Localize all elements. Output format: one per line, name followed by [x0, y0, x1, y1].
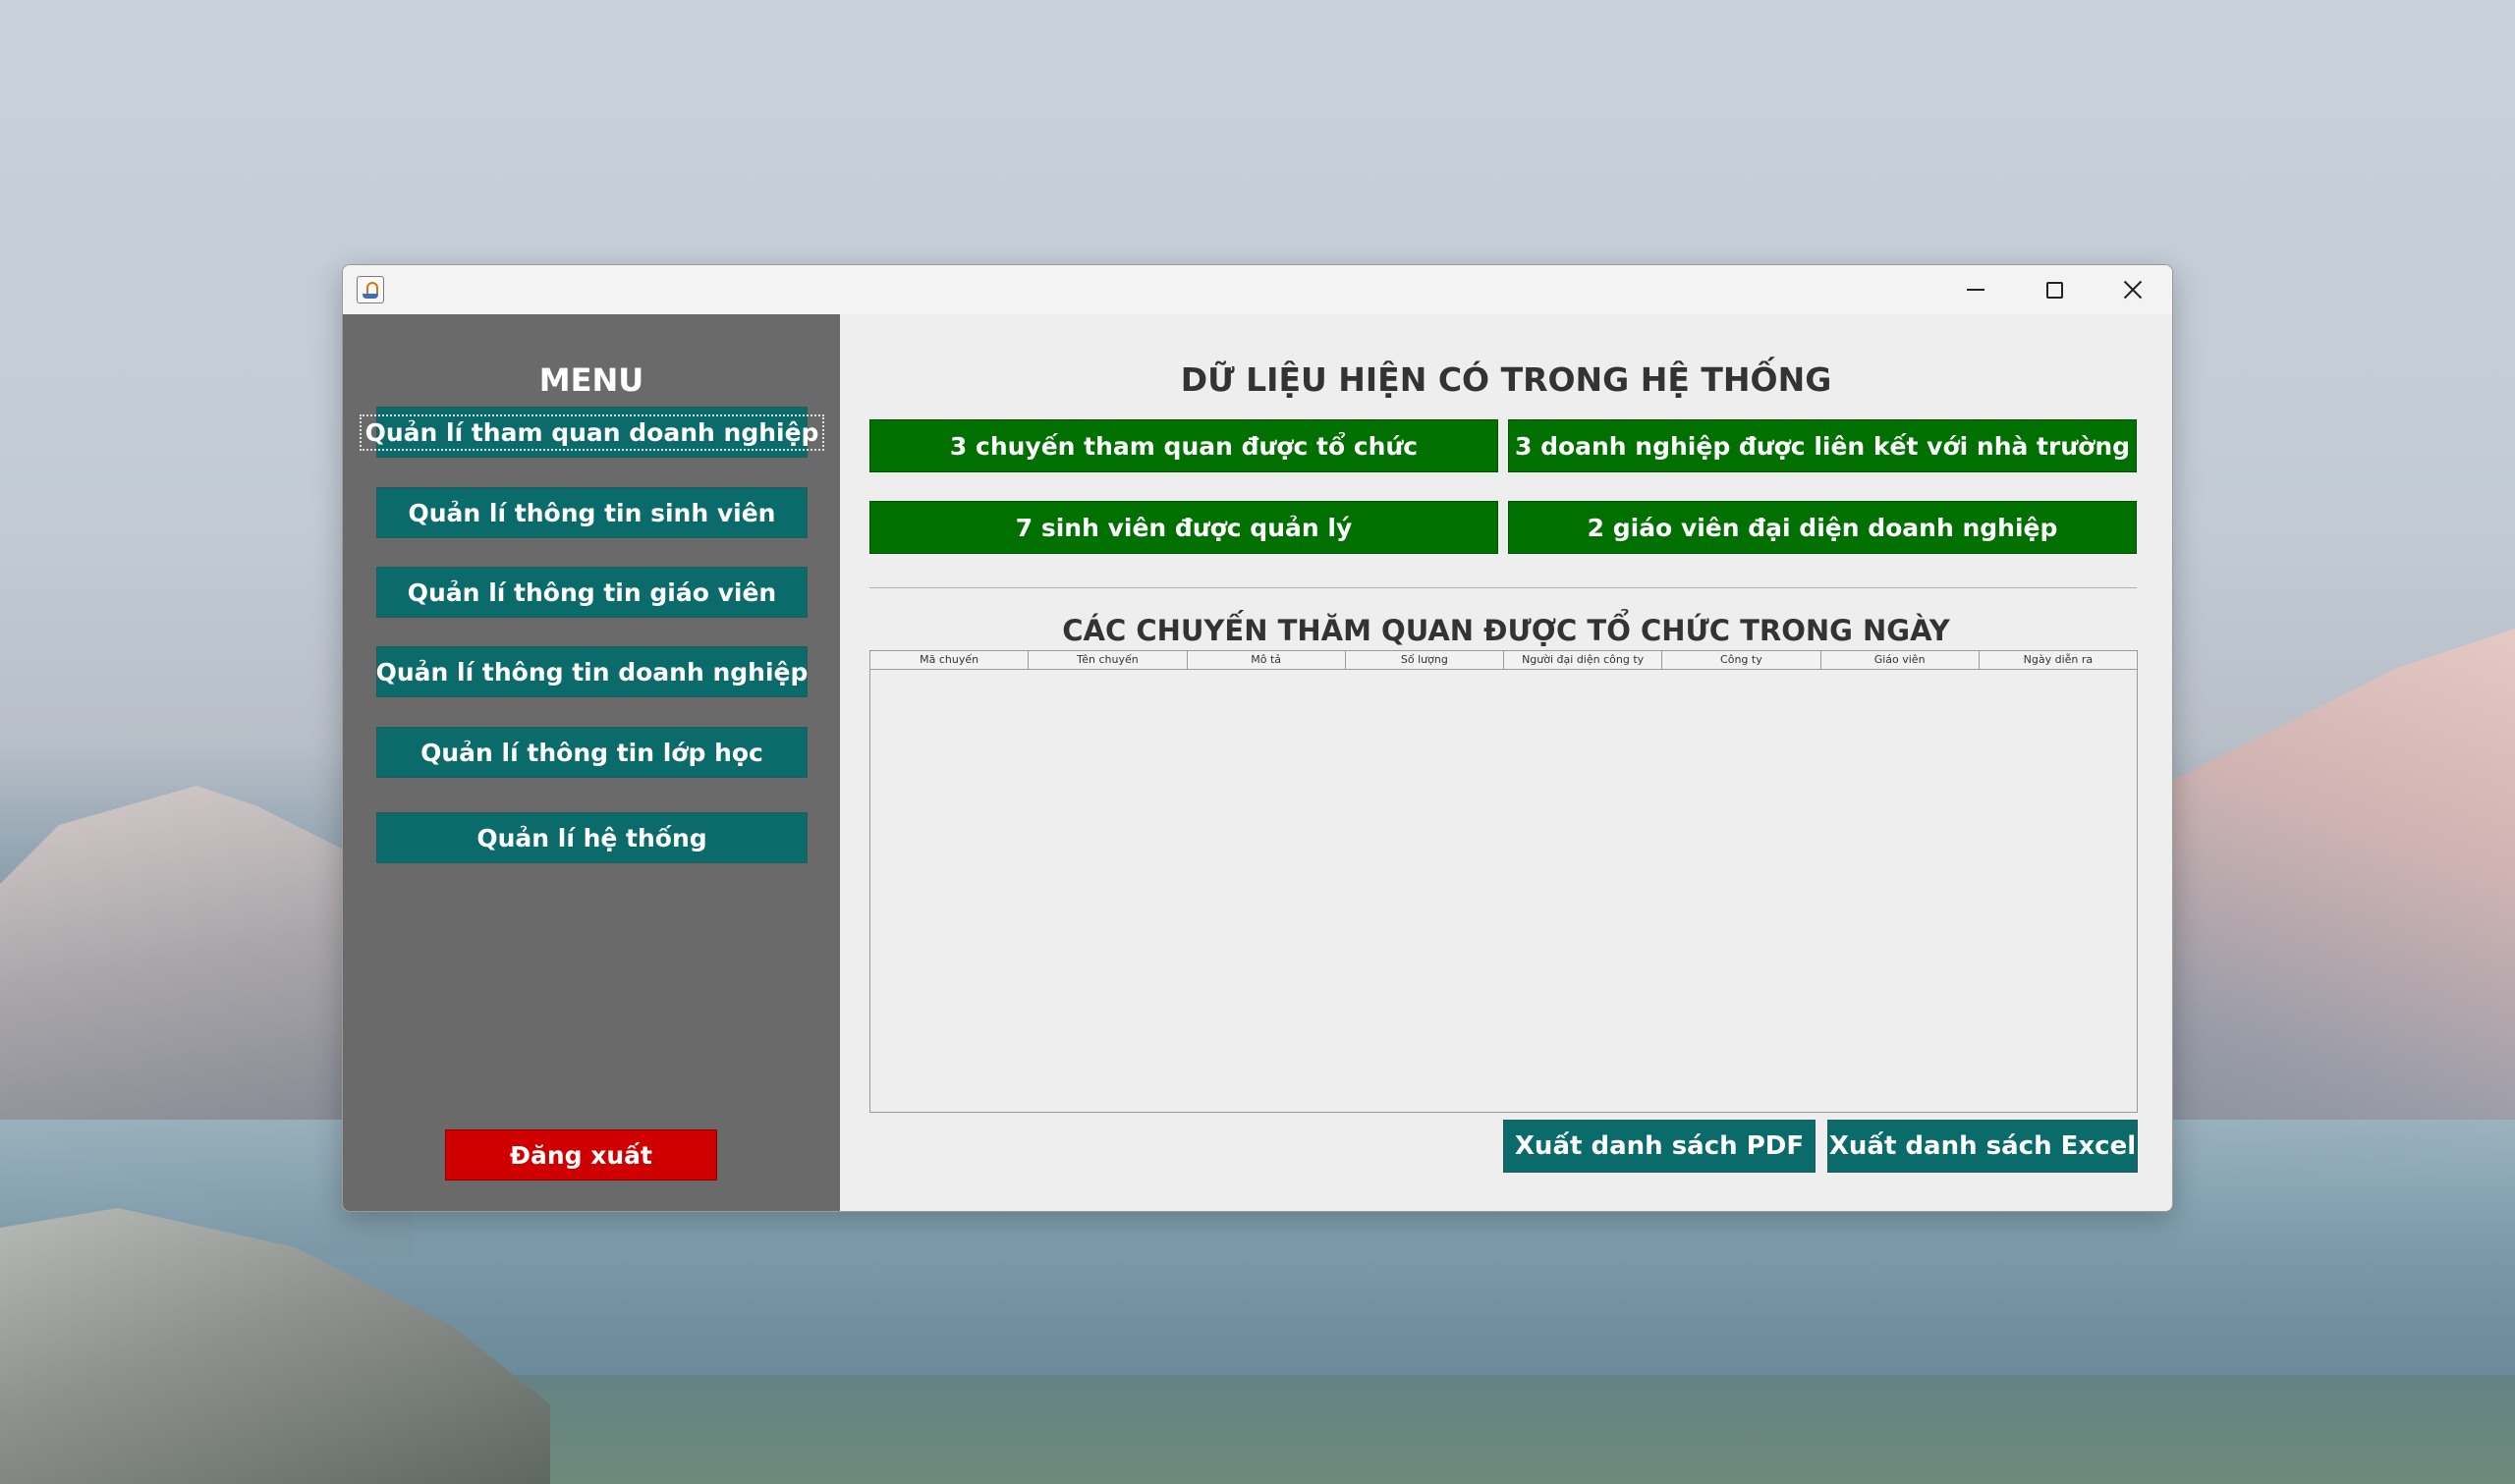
stat-teachers-button[interactable]: 2 giáo viên đại diện doanh nghiệp: [1508, 501, 2137, 554]
column-header[interactable]: Người đại diện công ty: [1504, 651, 1663, 669]
maximize-icon: [2045, 281, 2063, 299]
sidebar-item-tour-management[interactable]: Quản lí tham quan doanh nghiệp: [359, 407, 825, 458]
column-header[interactable]: Số lượng: [1346, 651, 1504, 669]
sidebar-item-enterprise-management[interactable]: Quản lí thông tin doanh nghiệp: [376, 646, 808, 697]
sidebar-item-label: Quản lí thông tin doanh nghiệp: [375, 657, 809, 687]
tours-table[interactable]: Mã chuyến Tên chuyến Mô tả Số lượng Ngườ…: [869, 650, 2138, 1113]
column-header[interactable]: Công ty: [1662, 651, 1821, 669]
column-header[interactable]: Mã chuyến: [870, 651, 1030, 669]
minimize-button[interactable]: [1936, 265, 2015, 314]
sidebar: MENU Quản lí tham quan doanh nghiệp Quản…: [343, 314, 840, 1211]
column-header[interactable]: Tên chuyến: [1029, 651, 1188, 669]
stat-tours-button[interactable]: 3 chuyến tham quan được tổ chức: [869, 419, 1498, 472]
column-header[interactable]: Giáo viên: [1821, 651, 1980, 669]
maximize-button[interactable]: [2015, 265, 2094, 314]
export-pdf-button[interactable]: Xuất danh sách PDF: [1503, 1120, 1816, 1173]
close-button[interactable]: [2094, 265, 2172, 314]
sidebar-item-label: Quản lí thông tin lớp học: [420, 738, 763, 767]
sidebar-item-label: Quản lí thông tin sinh viên: [408, 498, 776, 527]
stat-students-button[interactable]: 7 sinh viên được quản lý: [869, 501, 1498, 554]
sidebar-item-label: Quản lí hệ thống: [476, 823, 707, 852]
column-header[interactable]: Mô tả: [1188, 651, 1346, 669]
divider: [869, 587, 2137, 588]
stat-enterprises-button[interactable]: 3 doanh nghiệp được liên kết với nhà trư…: [1508, 419, 2137, 472]
menu-title: MENU: [538, 361, 644, 399]
export-excel-button[interactable]: Xuất danh sách Excel: [1827, 1120, 2138, 1173]
main-panel: DỮ LIỆU HIỆN CÓ TRONG HỆ THỐNG 3 chuyến …: [840, 314, 2172, 1211]
minimize-icon: [1967, 289, 1984, 291]
title-bar[interactable]: [343, 265, 2172, 314]
sidebar-item-label: Quản lí tham quan doanh nghiệp: [359, 413, 825, 451]
sidebar-item-class-management[interactable]: Quản lí thông tin lớp học: [376, 727, 808, 778]
table-title: CÁC CHUYẾN THĂM QUAN ĐƯỢC TỔ CHỨC TRONG …: [1062, 614, 1950, 647]
sidebar-item-label: Quản lí thông tin giáo viên: [407, 577, 777, 607]
table-body[interactable]: [870, 670, 2137, 1112]
column-header[interactable]: Ngày diễn ra: [1980, 651, 2137, 669]
close-icon: [2123, 280, 2143, 300]
app-window: MENU Quản lí tham quan doanh nghiệp Quản…: [342, 264, 2173, 1212]
table-header: Mã chuyến Tên chuyến Mô tả Số lượng Ngườ…: [870, 651, 2137, 670]
java-app-icon[interactable]: [357, 276, 384, 303]
sidebar-item-system-management[interactable]: Quản lí hệ thống: [376, 812, 808, 863]
logout-button[interactable]: Đăng xuất: [445, 1129, 717, 1181]
sidebar-item-student-management[interactable]: Quản lí thông tin sinh viên: [376, 487, 808, 538]
page-title: DỮ LIỆU HIỆN CÓ TRONG HỆ THỐNG: [1180, 360, 1832, 399]
sidebar-item-teacher-management[interactable]: Quản lí thông tin giáo viên: [376, 567, 808, 618]
